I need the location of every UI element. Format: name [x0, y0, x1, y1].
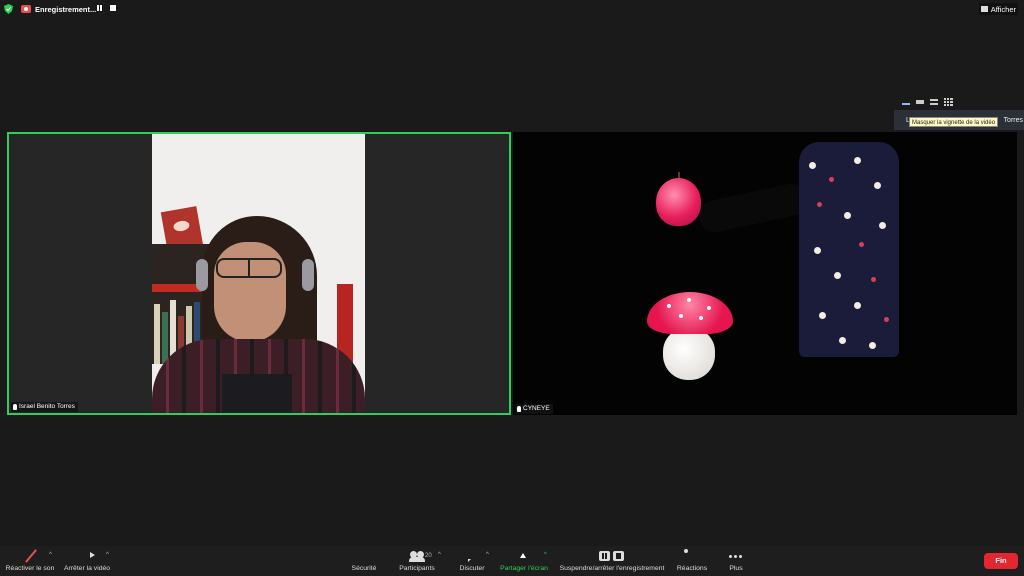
unmute-label: Réactiver le son [5, 565, 55, 572]
headset-left [196, 259, 208, 291]
chat-label: Discuter [459, 565, 485, 572]
participant-name-tag: CYNEYE [515, 404, 553, 414]
security-button[interactable]: Sécurité [350, 546, 378, 576]
unmute-button[interactable]: Réactiver le son [5, 546, 55, 576]
participants-button[interactable]: Participants 20 [398, 546, 436, 576]
participant-video-feed [513, 132, 1017, 415]
view-button-label: Afficher [990, 4, 1016, 14]
recording-label: Enregistrement... [35, 4, 97, 14]
reactions-label: Réactions [676, 565, 708, 572]
video-tile-active-speaker[interactable]: Israel Benito Torres [7, 132, 511, 415]
thumbnail-strip-icon[interactable] [916, 100, 924, 104]
end-meeting-button[interactable]: Fin [984, 553, 1018, 569]
meeting-toolbar: Réactiver le son ^ Arrêter la vidéo ^ Sé… [0, 546, 1024, 576]
chat-options-chevron-icon[interactable]: ^ [486, 552, 489, 558]
headset-right [302, 259, 314, 291]
reactions-button[interactable]: Réactions [676, 546, 708, 576]
video-options-chevron-icon[interactable]: ^ [106, 552, 109, 558]
speaker-view-icon[interactable] [930, 99, 938, 105]
share-options-chevron-icon[interactable]: ^ [544, 552, 547, 558]
view-button[interactable]: Afficher [978, 3, 1018, 15]
mushroom-prop [647, 292, 733, 334]
security-shield-icon[interactable] [4, 4, 13, 14]
thumbnail-name-suffix: Torres [1003, 117, 1023, 124]
pause-recording-icon[interactable] [97, 5, 103, 11]
recording-controls-label: Suspendre/arrêter l'enregistrement [559, 565, 665, 572]
microphone-icon [517, 406, 521, 412]
audio-options-chevron-icon[interactable]: ^ [49, 552, 52, 558]
video-tile[interactable]: CYNEYE [513, 132, 1017, 415]
more-dots-icon [729, 555, 743, 558]
meeting-top-bar: Enregistrement... Afficher [0, 0, 1024, 18]
floral-dress [799, 142, 899, 357]
participant-name: CYNEYE [523, 405, 550, 412]
pause-stop-recording-button[interactable]: Suspendre/arrêter l'enregistrement [557, 546, 667, 576]
participants-count: 20 [425, 553, 432, 559]
chat-button[interactable]: Discuter [458, 546, 486, 576]
participant-video-feed [152, 134, 365, 413]
more-button[interactable]: Plus [726, 546, 746, 576]
gallery-view-icon[interactable] [944, 98, 953, 106]
security-label: Sécurité [351, 565, 377, 572]
recording-icon [21, 5, 31, 13]
participants-label: Participants [399, 565, 435, 572]
grid-view-icon [980, 6, 988, 12]
participant-name-tag: Israel Benito Torres [11, 402, 78, 412]
share-screen-button[interactable]: Partager l'écran [500, 546, 548, 576]
stop-recording-icon[interactable] [110, 5, 116, 11]
glasses [216, 258, 282, 278]
recording-indicator: Enregistrement... [21, 3, 96, 15]
share-screen-label: Partager l'écran [500, 565, 548, 572]
recording-controls-icon [599, 551, 625, 561]
more-label: Plus [729, 565, 743, 572]
hide-thumbnail-tooltip: Masquer la vignette de la vidéo [909, 117, 999, 127]
microphone-icon [13, 404, 17, 410]
hide-thumbnail-icon[interactable] [902, 100, 910, 105]
participants-options-chevron-icon[interactable]: ^ [438, 552, 441, 558]
video-layout-switcher [902, 98, 953, 106]
apple-prop [656, 178, 701, 226]
participant-name: Israel Benito Torres [19, 403, 75, 410]
stop-video-label: Arrêter la vidéo [63, 565, 111, 572]
stop-video-button[interactable]: Arrêter la vidéo [62, 546, 112, 576]
